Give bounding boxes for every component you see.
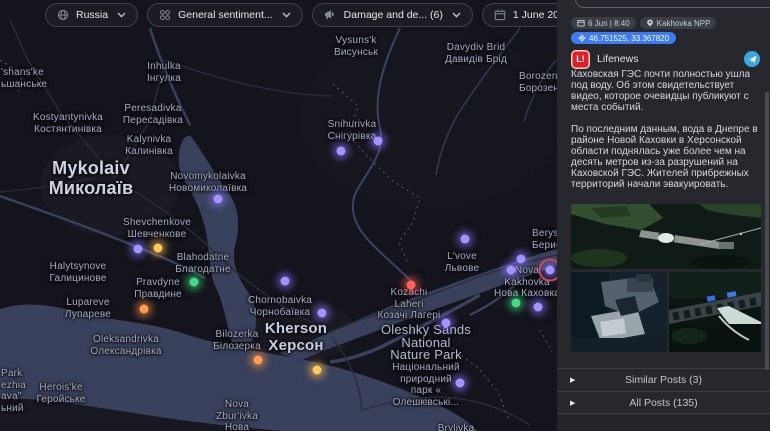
map-post-marker-purple[interactable] [533, 302, 543, 312]
post-location: Kakhovka NPP [656, 18, 711, 28]
map-post-marker-green[interactable] [189, 277, 199, 287]
post-media-row [571, 272, 761, 352]
panel-footer [557, 415, 770, 431]
map-post-marker-purple[interactable] [441, 318, 451, 328]
post-paragraph: По последним данным, вода в Днепре в рай… [571, 124, 758, 190]
pin-icon [646, 19, 653, 27]
filter-toolbar: Russia General sentiment... Damage and d… [45, 3, 557, 27]
map-post-marker-purple[interactable] [516, 254, 526, 264]
calendar-icon [577, 20, 585, 27]
map-post-marker-red[interactable] [406, 280, 416, 290]
map-post-marker-orange[interactable] [139, 304, 149, 314]
post-image-dam-destruction[interactable] [571, 272, 667, 352]
coordinates-badge[interactable]: 46.751525, 33.367820 [571, 32, 677, 44]
map-post-marker-purple[interactable] [133, 244, 143, 254]
post-actions: ▶ Similar Posts (3) ▶ All Posts (135) [557, 368, 770, 414]
filter-categories-dropdown[interactable]: Damage and de... (6) [311, 3, 473, 27]
filter-country-label: Russia [76, 9, 109, 21]
post-image-dam-waterflow[interactable] [669, 272, 761, 352]
map-post-marker-purple[interactable] [336, 146, 346, 156]
post-detail-panel: 6 Jun | 8:40 Kakhovka NPP 46.751525, 33.… [557, 0, 770, 431]
play-icon: ▶ [570, 377, 576, 384]
chevron-down-icon [282, 12, 291, 18]
filter-sentiment-label: General sentiment... [178, 9, 273, 21]
map-post-marker-purple[interactable] [213, 194, 223, 204]
filter-categories-label: Damage and de... (6) [343, 9, 443, 21]
paper-plane-glyph [748, 55, 756, 63]
post-paragraph: Каховская ГЭС почти полностью ушла под в… [571, 69, 751, 113]
globe-icon [57, 9, 69, 21]
filter-sentiment-dropdown[interactable]: General sentiment... [147, 3, 303, 27]
map-post-marker-purple[interactable] [506, 265, 516, 275]
map-post-marker-purple[interactable] [455, 378, 465, 388]
chevron-down-icon [117, 12, 126, 18]
all-posts-label: All Posts (135) [629, 396, 698, 409]
map-post-marker-purple[interactable] [317, 308, 327, 318]
calendar-icon [494, 9, 506, 21]
post-media-gallery [571, 204, 761, 352]
map-post-marker-purple[interactable] [545, 265, 555, 275]
map-post-marker-green[interactable] [511, 298, 521, 308]
map-post-marker-purple[interactable] [460, 234, 470, 244]
panel-scrollbar[interactable] [765, 92, 769, 370]
post-datetime: 6 Jun | 8:40 [588, 18, 630, 28]
crosshair-icon [578, 34, 586, 42]
post-datetime-badge: 6 Jun | 8:40 [571, 17, 636, 29]
map-post-marker-yellow[interactable] [153, 243, 163, 253]
similar-posts-button[interactable]: ▶ Similar Posts (3) [557, 368, 770, 391]
map-post-marker-purple[interactable] [280, 276, 290, 286]
megaphone-icon [324, 10, 334, 19]
filter-daterange-dropdown[interactable]: 1 June 2023 - 15 June 2023 [481, 3, 557, 27]
post-image-satellite-dam[interactable] [571, 204, 761, 269]
telegram-icon[interactable] [744, 51, 760, 67]
filter-country-dropdown[interactable]: Russia [45, 3, 139, 27]
post-source-row: L! Lifenews [571, 48, 760, 70]
map-post-marker-purple[interactable] [373, 136, 383, 146]
post-meta-row: 6 Jun | 8:40 Kakhovka NPP [571, 17, 717, 29]
map-canvas[interactable]: 'shans'ke ьшанське Inhulka Інгулка Kostyanty… [0, 0, 557, 431]
sentiment-icon [160, 10, 171, 21]
map-post-marker-yellow[interactable] [312, 365, 322, 375]
post-coordinates: 46.751525, 33.367820 [589, 33, 670, 43]
all-posts-button[interactable]: ▶ All Posts (135) [557, 391, 770, 414]
map-basemap [0, 0, 557, 431]
filter-daterange-label: 1 June 2023 - 15 June 2023 [512, 9, 557, 21]
search-box-partial[interactable] [575, 0, 770, 8]
lifenews-logo: L! [571, 49, 590, 69]
play-icon: ▶ [570, 399, 576, 407]
post-location-badge: Kakhovka NPP [639, 17, 717, 29]
source-name: Lifenews [597, 53, 639, 65]
app-window: 'shans'ke ьшанське Inhulka Інгулка Kostyanty… [0, 0, 770, 431]
similar-posts-label: Similar Posts (3) [624, 374, 702, 386]
chevron-down-icon [452, 12, 461, 18]
map-post-marker-orange[interactable] [253, 355, 263, 365]
